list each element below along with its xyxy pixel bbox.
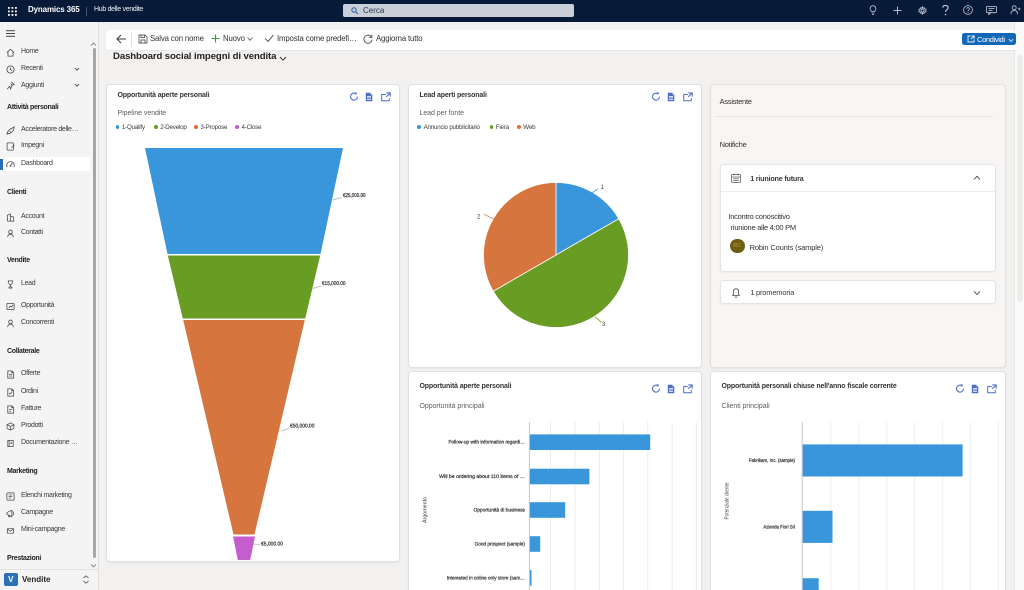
svg-text:Will be ordering about 110 ite: Will be ordering about 110 items of … [439,474,525,480]
svg-text:2: 2 [477,215,481,221]
svg-text:Argomento: Argomento [423,497,429,523]
svg-text:€50,000.00: €50,000.00 [290,424,315,430]
svg-text:Follow-up with information reg: Follow-up with information regardi… [449,440,526,446]
svg-text:€25,000.00: €25,000.00 [343,193,366,199]
svg-text:€5,000.00: €5,000.00 [261,542,283,548]
svg-text:1: 1 [601,185,605,191]
svg-text:Interested in online only stor: Interested in online only store (sam… [447,576,525,582]
svg-text:Fabrikam, Inc. (sample): Fabrikam, Inc. (sample) [749,458,795,464]
svg-text:Opportunità di business: Opportunità di business [474,508,526,514]
svg-text:Good prospect (sample): Good prospect (sample) [475,542,526,548]
svg-text:Azienda Fiori Srl: Azienda Fiori Srl [763,525,795,531]
svg-text:3: 3 [602,322,606,328]
svg-text:€15,000.00: €15,000.00 [322,281,346,287]
svg-text:Potenziale cliente: Potenziale cliente [724,483,730,520]
